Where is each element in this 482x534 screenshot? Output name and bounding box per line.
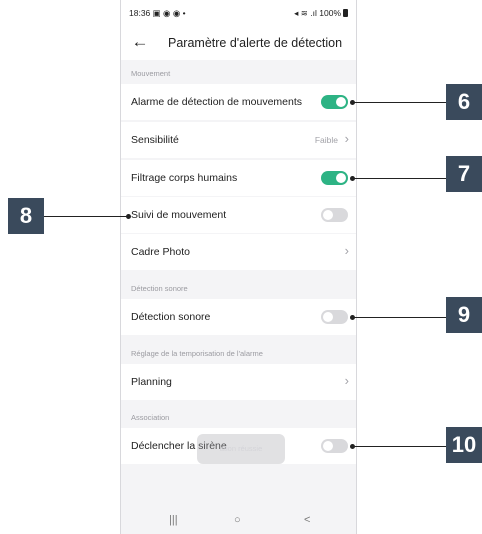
toggle-knob [336,173,346,183]
row-label: Suivi de mouvement [131,209,227,221]
status-time-text: 18:36 [129,8,151,18]
sensitivity-value: Faible [314,135,338,145]
callout-8-badge: 8 [8,198,44,234]
row-label: Alarme de détection de mouvements [131,96,303,108]
motion-alarm-toggle[interactable] [321,95,348,109]
toggle-knob [323,210,333,220]
callout-8-dot [126,214,131,219]
row-label: Planning [131,376,172,388]
status-bar: 18:36 ▣ ◉ ◉ • ◂ ≋ .ıl 100% [121,0,356,24]
row-label: Cadre Photo [131,246,190,258]
toggle-knob [323,312,333,322]
row-label: Filtrage corps humains [131,172,238,184]
status-right: ◂ ≋ .ıl 100% [294,8,348,19]
motion-tracking-toggle[interactable] [321,208,348,222]
row-human-filter[interactable]: Filtrage corps humains [121,160,356,196]
callout-10-line [352,446,446,447]
callout-9-badge: 9 [446,297,482,333]
row-label: Détection sonore [131,311,211,323]
page: 18:36 ▣ ◉ ◉ • ◂ ≋ .ıl 100% ← Paramètre d… [0,0,482,534]
battery-icon [343,9,348,17]
status-signal-battery: ◂ ≋ .ıl 100% [294,8,341,18]
section-header-sound: Détection sonore [131,284,188,293]
toggle-knob [323,441,333,451]
phone-screen: 18:36 ▣ ◉ ◉ • ◂ ≋ .ıl 100% ← Paramètre d… [120,0,357,534]
callout-6-badge: 6 [446,84,482,120]
row-sound-detection[interactable]: Détection sonore [121,299,356,335]
section-header-schedule: Réglage de la temporisation de l'alarme [131,349,263,358]
callout-6-line [352,102,446,103]
toggle-knob [336,97,346,107]
row-label: Sensibilité [131,134,179,146]
callout-8-line [44,216,128,217]
recent-apps-button[interactable]: ||| [169,514,178,526]
back-button[interactable]: < [304,514,310,526]
page-title: Paramètre d'alerte de détection [168,36,343,50]
section-header-movement: Mouvement [131,69,171,78]
callout-7-badge: 7 [446,156,482,192]
callout-7-line [352,178,446,179]
row-photo-frame[interactable]: Cadre Photo › [121,234,356,270]
chevron-right-icon: › [344,243,349,258]
toast-message: ation réussie [197,434,285,464]
chevron-right-icon: › [344,131,349,146]
callout-10-badge: 10 [446,427,482,463]
row-planning[interactable]: Planning › [121,364,356,400]
chevron-right-icon: › [344,373,349,388]
row-sensitivity[interactable]: Sensibilité Faible › [121,122,356,158]
status-notification-icons: ▣ ◉ ◉ • [152,8,186,18]
status-time: 18:36 ▣ ◉ ◉ • [129,8,186,19]
row-motion-tracking[interactable]: Suivi de mouvement [121,197,356,233]
home-button[interactable]: ○ [234,514,241,526]
section-header-association: Association [131,413,170,422]
row-motion-alarm[interactable]: Alarme de détection de mouvements [121,84,356,120]
sound-detection-toggle[interactable] [321,310,348,324]
back-arrow-icon[interactable]: ← [129,32,151,54]
app-bar: ← Paramètre d'alerte de détection [121,24,356,60]
siren-toggle[interactable] [321,439,348,453]
human-filter-toggle[interactable] [321,171,348,185]
callout-9-line [352,317,446,318]
system-nav-bar: ||| ○ < [121,510,356,534]
